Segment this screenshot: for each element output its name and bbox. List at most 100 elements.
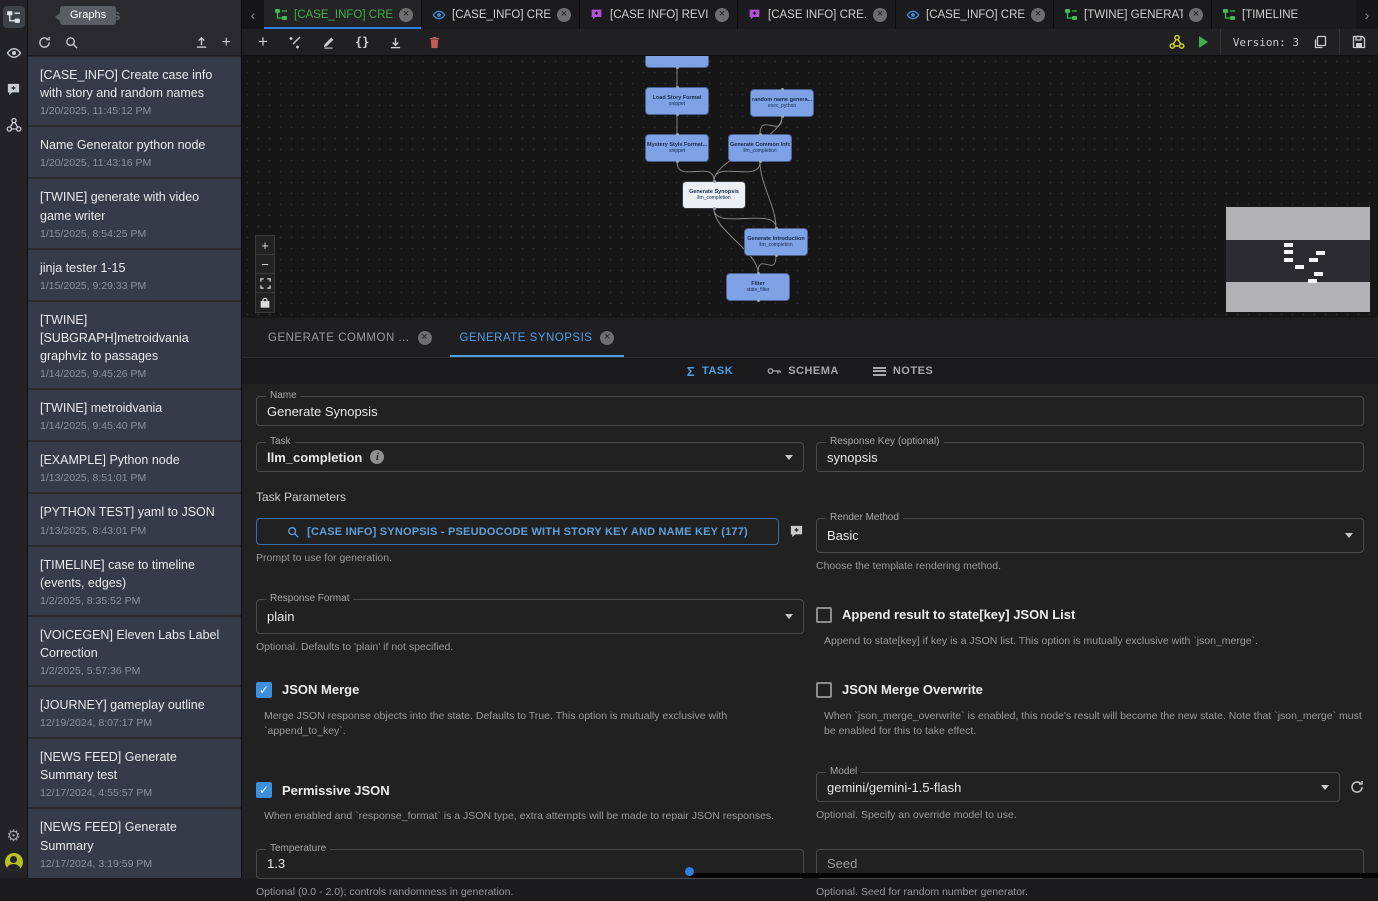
- minimap-node: [1284, 250, 1293, 254]
- graph-list-item[interactable]: [NEWS FEED] Generate Summary test12/17/2…: [28, 739, 242, 807]
- save-icon[interactable]: [1352, 35, 1366, 49]
- tabs-scroll-left-button[interactable]: ‹: [242, 0, 264, 29]
- close-icon[interactable]: ×: [1189, 8, 1203, 22]
- subtab-task[interactable]: Σ TASK: [687, 364, 733, 379]
- model-caption: Optional. Specify an override model to u…: [816, 808, 1364, 824]
- prompt-comment-button[interactable]: [789, 524, 804, 539]
- editor-tab[interactable]: [CASE_INFO] CRE...×: [896, 0, 1054, 29]
- close-icon[interactable]: ×: [715, 8, 729, 22]
- download-icon[interactable]: [389, 36, 402, 49]
- tabs-scroll-right-button[interactable]: ›: [1356, 0, 1378, 29]
- zoom-in-button[interactable]: +: [256, 236, 274, 255]
- editor-tab[interactable]: [CASE INFO] CRE...×: [738, 0, 896, 29]
- editor-tab[interactable]: [TIMELINE: [1212, 0, 1356, 29]
- graph-list-item[interactable]: [JOURNEY] gameplay outline12/19/2024, 8:…: [28, 687, 242, 737]
- add-node-button[interactable]: +: [258, 32, 268, 52]
- chevron-down-icon: [785, 614, 793, 619]
- prompt-select-button[interactable]: [CASE INFO] SYNOPSIS - PSEUDOCODE WITH S…: [256, 518, 779, 545]
- graph-canvas[interactable]: state_mkey Load Story Formatsnippet random…: [242, 56, 1378, 318]
- seed-caption: Optional. Seed for random number generat…: [816, 885, 1364, 901]
- graph-list-item[interactable]: [PYTHON TEST] yaml to JSON1/13/2025, 8:4…: [28, 494, 242, 544]
- graph-node[interactable]: Generate Common Infollm_completion: [728, 134, 792, 162]
- node-tab[interactable]: GENERATE COMMON ...×: [254, 318, 446, 357]
- json-merge-overwrite-checkbox[interactable]: JSON Merge Overwrite: [816, 682, 1364, 698]
- trash-icon[interactable]: [428, 36, 441, 49]
- name-field[interactable]: Name Generate Synopsis: [256, 396, 1364, 426]
- rail-account-button[interactable]: [3, 856, 25, 878]
- graph-list-item[interactable]: [NEWS FEED] Generate Summary12/17/2024, …: [28, 809, 242, 877]
- graph-list-item[interactable]: jinja tester 1-151/15/2025, 9:29:33 PM: [28, 250, 242, 300]
- node-editor-panel: GENERATE COMMON ...×GENERATE SYNOPSIS× Σ…: [242, 318, 1378, 878]
- graph-list-item[interactable]: Name Generator python node1/20/2025, 11:…: [28, 127, 242, 177]
- graph-node[interactable]: Mystery Style Format...snippet: [645, 134, 709, 162]
- response-format-select[interactable]: Response Format plain: [256, 599, 804, 634]
- graph-list-item[interactable]: [TIMELINE] case to timeline (events, edg…: [28, 547, 242, 615]
- icon-rail: ⚙: [0, 0, 28, 878]
- graph-node[interactable]: Generate Introductionllm_completion: [744, 228, 808, 256]
- subtab-notes[interactable]: NOTES: [873, 365, 933, 377]
- comment-plus-icon: [6, 82, 21, 97]
- minimap[interactable]: [1226, 207, 1370, 312]
- graph-item-title: [NEWS FEED] Generate Summary test: [40, 748, 230, 784]
- graph-icon: [1222, 8, 1236, 22]
- append-to-key-checkbox[interactable]: Append result to state[key] JSON List: [816, 607, 1364, 623]
- fit-view-button[interactable]: [256, 274, 274, 293]
- chevron-down-icon: [785, 455, 793, 460]
- editor-tab[interactable]: [TWINE] GENERAT...×: [1054, 0, 1212, 29]
- graph-list-item[interactable]: [VOICEGEN] Eleven Labs Label Correction1…: [28, 617, 242, 685]
- close-icon[interactable]: ×: [557, 8, 571, 22]
- upload-icon[interactable]: [195, 36, 208, 49]
- graph-list-item[interactable]: [CASE_INFO] Create case info with story …: [28, 57, 242, 125]
- rail-preview-button[interactable]: [3, 42, 25, 64]
- copy-icon[interactable]: [1313, 35, 1327, 49]
- rail-settings-button[interactable]: ⚙: [3, 826, 25, 848]
- plus-icon[interactable]: +: [222, 35, 231, 51]
- rail-comments-button[interactable]: [3, 78, 25, 100]
- info-icon[interactable]: i: [370, 450, 384, 464]
- permissive-json-checkbox[interactable]: ✓ Permissive JSON: [256, 782, 804, 798]
- graph-node[interactable]: Generate Synopsisllm_completion: [682, 181, 746, 209]
- model-refresh-button[interactable]: [1350, 780, 1364, 794]
- wand-icon[interactable]: [288, 35, 302, 49]
- graph-node[interactable]: state_mkey: [645, 56, 709, 68]
- response-key-value: synopsis: [827, 450, 878, 465]
- graph-node[interactable]: Load Story Formatsnippet: [645, 87, 709, 115]
- close-icon[interactable]: ×: [399, 8, 413, 22]
- close-icon[interactable]: ×: [600, 331, 614, 345]
- editor-tab[interactable]: [CASE_INFO] CRE...×: [264, 0, 422, 29]
- minimap-node: [1308, 279, 1317, 283]
- graph-list-item[interactable]: [TWINE][SUBGRAPH]metroidvania graphviz t…: [28, 302, 242, 388]
- rail-hooks-button[interactable]: [3, 114, 25, 136]
- refresh-icon[interactable]: [38, 36, 51, 49]
- search-icon[interactable]: [65, 36, 78, 49]
- task-select[interactable]: Task llm_completion i: [256, 442, 804, 472]
- render-method-select[interactable]: Render Method Basic: [816, 518, 1364, 553]
- close-icon[interactable]: ×: [418, 331, 432, 345]
- graph-item-timestamp: 1/14/2025, 9:45:26 PM: [40, 368, 230, 380]
- subtab-schema[interactable]: SCHEMA: [767, 365, 839, 377]
- graph-icon: [274, 8, 288, 22]
- editor-tab[interactable]: [CASE INFO] REVI...×: [580, 0, 738, 29]
- close-icon[interactable]: ×: [1031, 8, 1045, 22]
- graph-list-item[interactable]: [TWINE] metroidvania1/14/2025, 9:45:40 P…: [28, 390, 242, 440]
- model-select[interactable]: Model gemini/gemini-1.5-flash: [816, 772, 1340, 802]
- graph-node[interactable]: Filterstate_filter: [726, 273, 790, 301]
- run-button[interactable]: [1199, 36, 1208, 48]
- close-icon[interactable]: ×: [873, 8, 887, 22]
- graph-node[interactable]: random name genera...exec_python: [750, 89, 814, 117]
- bottom-scrollbar-track[interactable]: [689, 873, 1378, 878]
- lock-icon[interactable]: [256, 293, 274, 312]
- graph-list-item[interactable]: [EXAMPLE] Python node1/13/2025, 8:51:01 …: [28, 442, 242, 492]
- panel-resize-handle[interactable]: [685, 867, 694, 876]
- editor-tab[interactable]: [CASE_INFO] CRE...×: [422, 0, 580, 29]
- minimap-node: [1295, 265, 1304, 269]
- webhook-icon[interactable]: [1169, 34, 1185, 50]
- pencil-icon[interactable]: [322, 36, 335, 49]
- zoom-out-button[interactable]: −: [256, 255, 274, 274]
- response-key-field[interactable]: Response Key (optional) synopsis: [816, 442, 1364, 472]
- json-merge-checkbox[interactable]: ✓ JSON Merge: [256, 682, 804, 698]
- node-tab[interactable]: GENERATE SYNOPSIS×: [446, 318, 629, 357]
- rail-graphs-button[interactable]: [3, 6, 25, 28]
- graph-list-item[interactable]: [TWINE] generate with video game writer1…: [28, 179, 242, 247]
- json-braces-icon[interactable]: {}: [355, 35, 369, 49]
